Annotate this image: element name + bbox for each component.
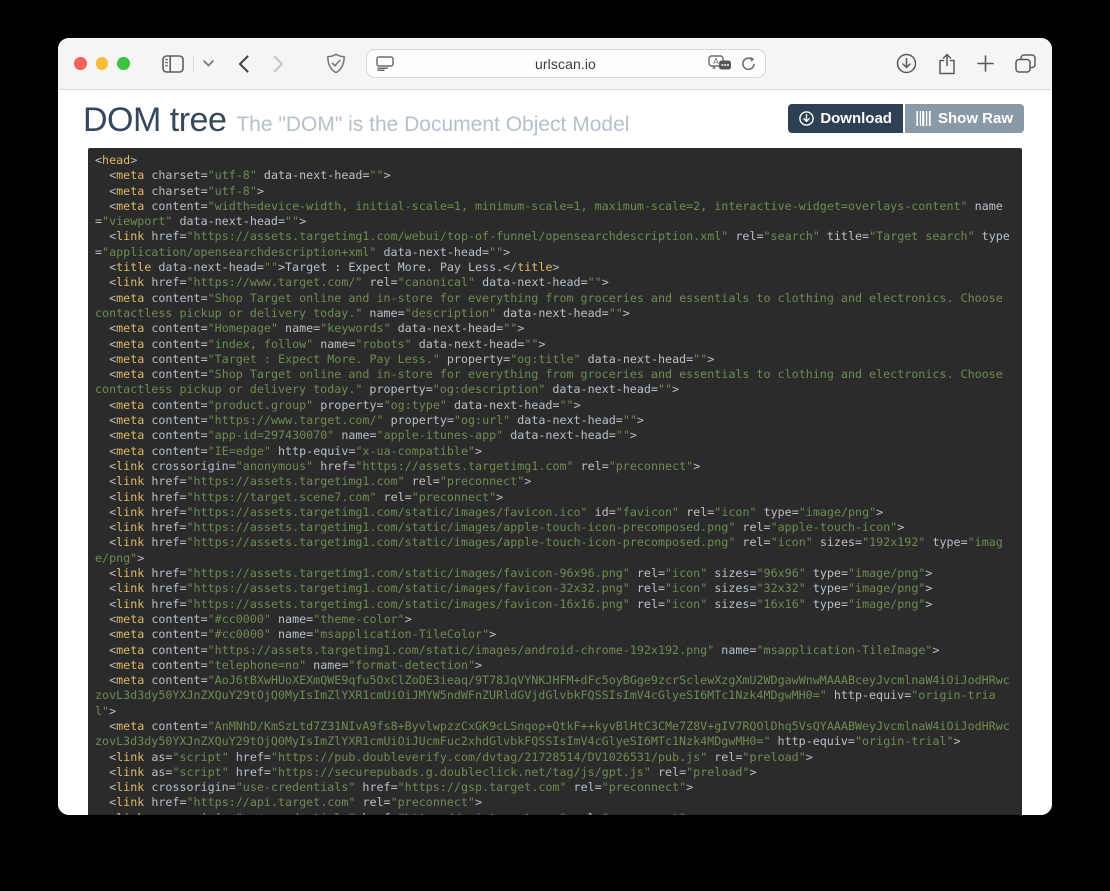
code-line: <link href="https://assets.targetimg1.co… — [95, 597, 1015, 612]
code-line: <link href="https://www.target.com/" rel… — [95, 275, 1015, 290]
traffic-lights — [74, 57, 130, 70]
minimize-window-button[interactable] — [96, 57, 109, 70]
show-raw-button[interactable]: Show Raw — [905, 104, 1024, 133]
code-line: <meta content="https://www.target.com/" … — [95, 413, 1015, 428]
code-line: <link href="https://assets.targetimg1.co… — [95, 566, 1015, 581]
code-line: <meta content="AoJ6tBXwHUoXEXmQWE9qfu5Ox… — [95, 673, 1015, 719]
code-line: <meta charset="utf-8"> — [95, 184, 1015, 199]
forward-button[interactable] — [273, 55, 284, 73]
share-icon — [938, 53, 956, 75]
code-line: <meta content="#cc0000" name="msapplicat… — [95, 627, 1015, 642]
code-line: <meta content="app-id=297430070" name="a… — [95, 428, 1015, 443]
address-bar[interactable]: urlscan.io A — [366, 49, 766, 78]
code-line: <meta charset="utf-8" data-next-head=""> — [95, 168, 1015, 183]
barcode-icon — [916, 111, 932, 126]
privacy-shield-icon — [326, 53, 346, 74]
code-line: <meta content="width=device-width, initi… — [95, 199, 1015, 230]
code-line: <meta content="Shop Target online and in… — [95, 367, 1015, 398]
privacy-report-button[interactable] — [326, 53, 346, 74]
downloads-button[interactable] — [896, 53, 917, 74]
code-line: <link href="https://assets.targetimg1.co… — [95, 505, 1015, 520]
new-tab-icon — [977, 55, 994, 72]
code-line: <meta content="product.group" property="… — [95, 398, 1015, 413]
page-header: DOM tree The "DOM" is the Document Objec… — [58, 90, 1052, 140]
dom-code[interactable]: <head> <meta charset="utf-8" data-next-h… — [88, 148, 1022, 815]
back-icon — [238, 55, 249, 73]
code-line: <meta content="Homepage" name="keywords"… — [95, 321, 1015, 336]
forward-icon — [273, 55, 284, 73]
address-url-text[interactable]: urlscan.io — [367, 56, 765, 72]
tab-overview-icon — [1015, 54, 1036, 73]
code-line: <link href="https://assets.targetimg1.co… — [95, 474, 1015, 489]
new-tab-button[interactable] — [977, 55, 994, 72]
download-button-label: Download — [820, 110, 892, 127]
code-line: <link href="https://assets.targetimg1.co… — [95, 535, 1015, 566]
code-line: <link as="script" href="https://securepu… — [95, 765, 1015, 780]
code-line: <link crossorigin="use-credentials" href… — [95, 780, 1015, 795]
code-line: <link as="script" href="https://pub.doub… — [95, 750, 1015, 765]
code-line: <link crossorigin="use-credentials" href… — [95, 811, 1015, 815]
page-subtitle: The "DOM" is the Document Object Model — [236, 113, 629, 137]
code-line: <link href="https://api.target.com" rel=… — [95, 795, 1015, 810]
downloads-icon — [896, 53, 917, 74]
code-line: <meta content="telephone=no" name="forma… — [95, 658, 1015, 673]
code-line: <link href="https://assets.targetimg1.co… — [95, 229, 1015, 260]
download-circle-icon — [799, 111, 814, 126]
code-line: <link href="https://target.scene7.com" r… — [95, 490, 1015, 505]
code-line: <meta content="index, follow" name="robo… — [95, 337, 1015, 352]
code-line: <meta content="AnMNhD/KmSzLtd7Z31NIvA9fs… — [95, 719, 1015, 750]
code-line: <meta content="IE=edge" http-equiv="x-ua… — [95, 444, 1015, 459]
code-line: <meta content="Shop Target online and in… — [95, 291, 1015, 322]
code-line: <meta content="Target : Expect More. Pay… — [95, 352, 1015, 367]
sidebar-menu-button[interactable] — [203, 60, 214, 67]
page-content: DOM tree The "DOM" is the Document Objec… — [58, 90, 1052, 815]
chevron-down-icon — [203, 60, 214, 67]
close-window-button[interactable] — [74, 57, 87, 70]
toolbar-separator — [193, 55, 194, 73]
screen-background: urlscan.io A — [0, 0, 1110, 891]
code-line: <head> — [95, 153, 1015, 168]
page-title: DOM tree — [83, 101, 226, 140]
browser-window: urlscan.io A — [58, 38, 1052, 815]
header-button-group: Download Show Raw — [788, 104, 1024, 133]
tab-overview-button[interactable] — [1015, 54, 1036, 73]
sidebar-toggle-button[interactable] — [162, 55, 184, 73]
code-line: <link crossorigin="anonymous" href="http… — [95, 459, 1015, 474]
back-button[interactable] — [238, 55, 249, 73]
code-line: <meta content="#cc0000" name="theme-colo… — [95, 612, 1015, 627]
show-raw-button-label: Show Raw — [938, 110, 1013, 127]
zoom-window-button[interactable] — [117, 57, 130, 70]
sidebar-toggle-icon — [162, 55, 184, 73]
code-line: <meta content="https://assets.targetimg1… — [95, 643, 1015, 658]
browser-toolbar: urlscan.io A — [58, 38, 1052, 90]
share-button[interactable] — [938, 53, 956, 75]
code-line: <link href="https://assets.targetimg1.co… — [95, 520, 1015, 535]
code-line: <link href="https://assets.targetimg1.co… — [95, 581, 1015, 596]
code-line: <title data-next-head="">Target : Expect… — [95, 260, 1015, 275]
download-button[interactable]: Download — [788, 104, 903, 133]
